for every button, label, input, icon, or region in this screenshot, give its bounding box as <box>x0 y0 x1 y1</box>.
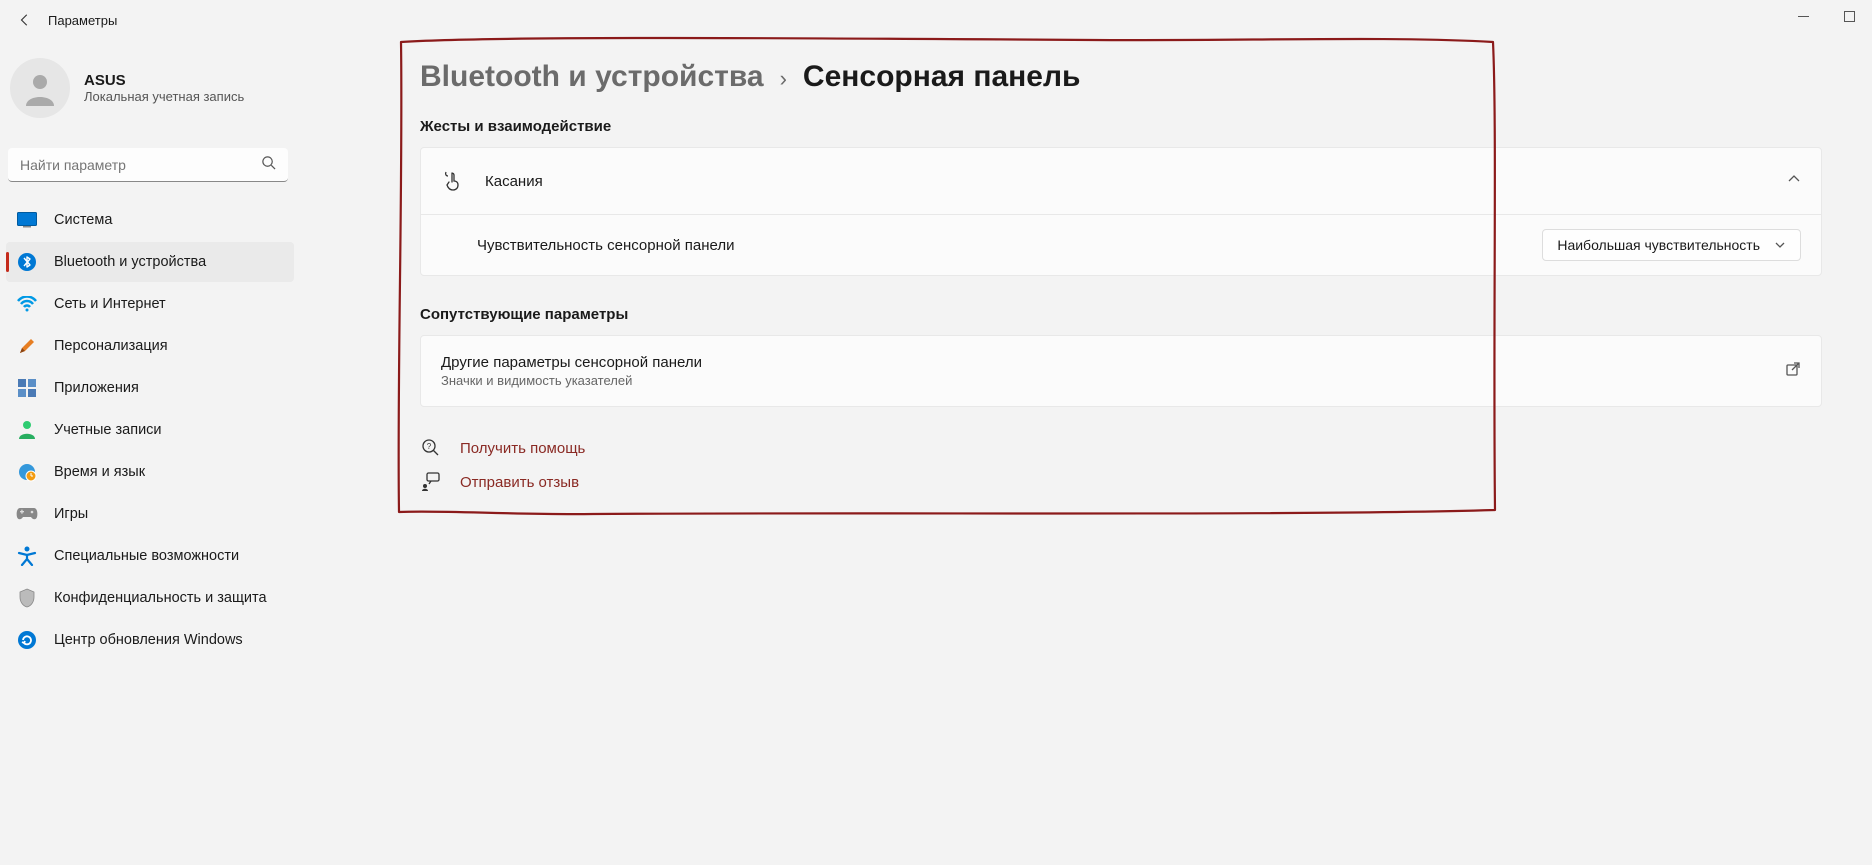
feedback-icon <box>420 471 442 493</box>
touch-title: Касания <box>485 173 1787 190</box>
nav-label: Приложения <box>54 380 139 396</box>
shield-icon <box>16 587 38 609</box>
sidebar-item-bluetooth[interactable]: Bluetooth и устройства <box>6 242 294 282</box>
nav-label: Центр обновления Windows <box>54 632 243 648</box>
update-icon <box>16 629 38 651</box>
accessibility-icon <box>16 545 38 567</box>
sidebar-item-time[interactable]: Время и язык <box>6 452 294 492</box>
nav-label: Сеть и Интернет <box>54 296 166 312</box>
sensitivity-dropdown[interactable]: Наибольшая чувствительность <box>1542 229 1801 261</box>
row-other-settings[interactable]: Другие параметры сенсорной панели Значки… <box>421 336 1821 406</box>
nav-label: Игры <box>54 506 88 522</box>
get-help-row[interactable]: ? Получить помощь <box>420 437 1822 459</box>
row-sensitivity: Чувствительность сенсорной панели Наибол… <box>421 214 1821 275</box>
sidebar-item-gaming[interactable]: Игры <box>6 494 294 534</box>
other-desc: Значки и видимость указателей <box>441 373 1785 388</box>
profile-block[interactable]: ASUS Локальная учетная запись <box>6 40 294 142</box>
maximize-button[interactable] <box>1826 0 1872 32</box>
get-help-label: Получить помощь <box>460 440 585 457</box>
gamepad-icon <box>16 503 38 525</box>
nav-label: Специальные возможности <box>54 548 239 564</box>
sensitivity-label: Чувствительность сенсорной панели <box>477 237 1542 254</box>
row-touch-header[interactable]: Касания <box>421 148 1821 214</box>
card-other-settings: Другие параметры сенсорной панели Значки… <box>420 335 1822 407</box>
card-touch: Касания Чувствительность сенсорной панел… <box>420 147 1822 276</box>
svg-text:?: ? <box>427 442 432 451</box>
sidebar-item-accessibility[interactable]: Специальные возможности <box>6 536 294 576</box>
minimize-button[interactable] <box>1780 0 1826 32</box>
sidebar-item-apps[interactable]: Приложения <box>6 368 294 408</box>
minimize-icon <box>1798 11 1809 22</box>
breadcrumb-parent[interactable]: Bluetooth и устройства <box>420 60 764 94</box>
nav-label: Конфиденциальность и защита <box>54 590 267 606</box>
back-button[interactable] <box>10 5 40 35</box>
sidebar-item-personalization[interactable]: Персонализация <box>6 326 294 366</box>
sidebar-item-network[interactable]: Сеть и Интернет <box>6 284 294 324</box>
search-input[interactable] <box>8 148 288 182</box>
chevron-down-icon <box>1774 239 1786 251</box>
nav-label: Персонализация <box>54 338 168 354</box>
chevron-up-icon <box>1787 172 1801 191</box>
dropdown-value: Наибольшая чувствительность <box>1557 237 1760 253</box>
chevron-right-icon: › <box>780 66 787 92</box>
accounts-icon <box>16 419 38 441</box>
maximize-icon <box>1844 11 1855 22</box>
nav-label: Система <box>54 212 112 228</box>
sidebar: ASUS Локальная учетная запись Система <box>0 40 300 865</box>
wifi-icon <box>16 293 38 315</box>
search-icon <box>261 155 276 175</box>
arrow-left-icon <box>18 13 32 27</box>
help-icon: ? <box>420 437 442 459</box>
feedback-row[interactable]: Отправить отзыв <box>420 471 1822 493</box>
avatar <box>10 58 70 118</box>
section-related: Сопутствующие параметры <box>420 306 1822 323</box>
sidebar-item-privacy[interactable]: Конфиденциальность и защита <box>6 578 294 618</box>
other-title: Другие параметры сенсорной панели <box>441 354 1785 371</box>
user-icon <box>20 68 60 108</box>
nav-label: Bluetooth и устройства <box>54 254 206 270</box>
external-link-icon <box>1785 361 1801 382</box>
section-gestures: Жесты и взаимодействие <box>420 118 1822 135</box>
nav-label: Время и язык <box>54 464 145 480</box>
profile-name: ASUS <box>84 72 244 89</box>
breadcrumb: Bluetooth и устройства › Сенсорная панел… <box>420 60 1822 94</box>
sidebar-item-accounts[interactable]: Учетные записи <box>6 410 294 450</box>
window-title: Параметры <box>48 13 117 28</box>
touch-icon <box>441 169 465 193</box>
nav-label: Учетные записи <box>54 422 162 438</box>
main-content: Bluetooth и устройства › Сенсорная панел… <box>300 40 1872 865</box>
bluetooth-icon <box>16 251 38 273</box>
brush-icon <box>16 335 38 357</box>
page-title: Сенсорная панель <box>803 60 1081 94</box>
apps-icon <box>16 377 38 399</box>
sidebar-item-system[interactable]: Система <box>6 200 294 240</box>
clock-icon <box>16 461 38 483</box>
sidebar-item-update[interactable]: Центр обновления Windows <box>6 620 294 660</box>
system-icon <box>16 209 38 231</box>
feedback-label: Отправить отзыв <box>460 474 579 491</box>
profile-subtitle: Локальная учетная запись <box>84 89 244 104</box>
